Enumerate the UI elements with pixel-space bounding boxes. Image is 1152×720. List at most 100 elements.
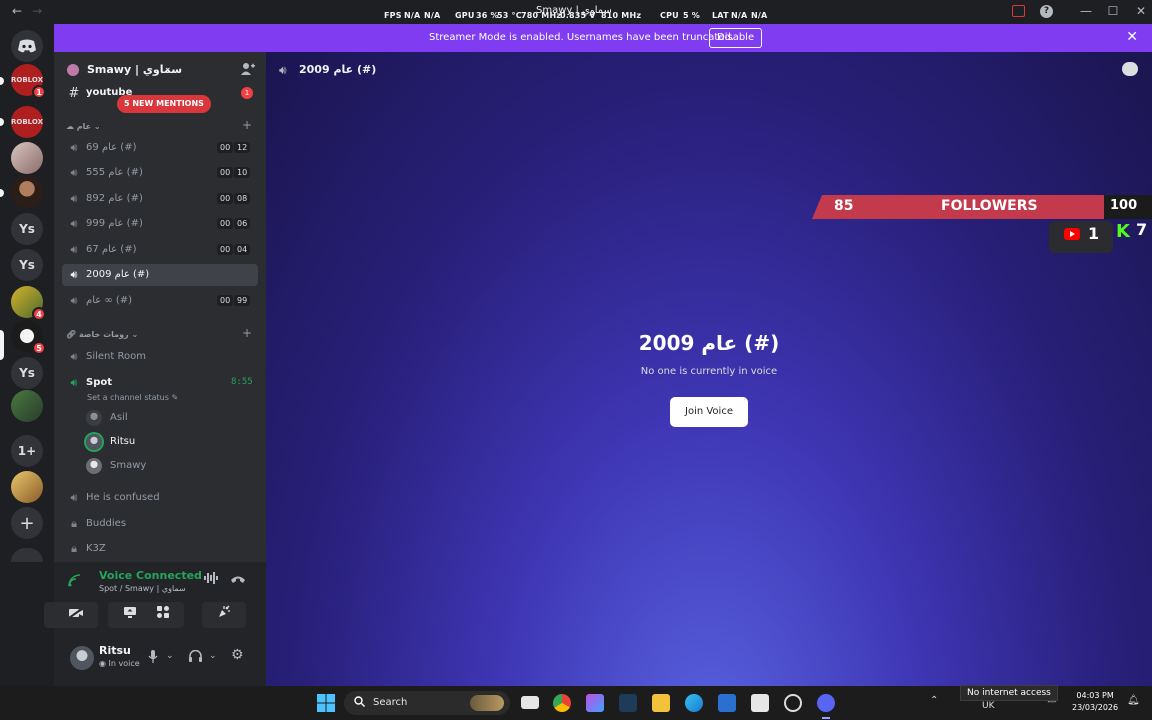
avatar bbox=[86, 410, 102, 426]
user-status-text: In voice bbox=[108, 659, 140, 668]
chat-bubble-icon[interactable] bbox=[1122, 62, 1138, 76]
user-count: 00 bbox=[217, 244, 234, 255]
disable-streamer-mode-button[interactable]: Disable bbox=[709, 28, 763, 48]
clock[interactable]: 04:03 PM 23/03/2026 bbox=[1072, 690, 1118, 714]
microphone-icon[interactable] bbox=[148, 650, 158, 666]
headphones-icon[interactable] bbox=[189, 649, 202, 665]
invite-people-icon[interactable] bbox=[241, 62, 255, 79]
server-icon-1[interactable]: ROBLOX 1 bbox=[11, 64, 46, 99]
user-limit: 99 bbox=[234, 295, 251, 306]
voice-channel[interactable]: 🔊︎ عام ∞ (#) 00 99 bbox=[62, 290, 258, 312]
channel-header-title: عام 2009 (#) bbox=[299, 63, 377, 76]
close-banner-icon[interactable]: ✕ bbox=[1126, 29, 1138, 45]
category-private[interactable]: 🔗︎ رومات خاصة ⌄ bbox=[66, 330, 138, 339]
voice-channel[interactable]: 🔊︎ عام 67 (#) 00 04 bbox=[62, 239, 258, 261]
task-view-icon[interactable] bbox=[521, 696, 539, 709]
server-icon-ys-3[interactable]: Ys bbox=[11, 357, 43, 389]
category-general[interactable]: ☁ عام ⌄ bbox=[66, 122, 101, 131]
inbox-icon[interactable] bbox=[1012, 5, 1025, 17]
maximize-button[interactable]: ☐ bbox=[1103, 4, 1123, 18]
new-mentions-badge[interactable]: 5 NEW MENTIONS bbox=[117, 95, 211, 113]
voice-user[interactable]: Asil bbox=[86, 408, 246, 428]
voice-channel[interactable]: 🔊︎ عام 69 (#) 00 12 bbox=[62, 137, 258, 159]
taskbar-search[interactable]: Search bbox=[344, 691, 510, 715]
add-channel-icon[interactable]: + bbox=[242, 326, 252, 340]
add-server-icon[interactable]: + bbox=[11, 507, 43, 539]
discover-icon[interactable] bbox=[11, 548, 43, 562]
perf-gpu-usage: 36 % bbox=[476, 11, 499, 20]
chevron-down-icon[interactable]: ⌄ bbox=[166, 651, 174, 661]
channel-name: عام 892 (#) bbox=[86, 193, 143, 204]
camera-off-button[interactable] bbox=[54, 602, 98, 628]
set-channel-status[interactable]: Set a channel status ✎ bbox=[87, 393, 178, 402]
discord-logo-icon[interactable] bbox=[11, 30, 43, 62]
server-icon-7[interactable]: 4 bbox=[11, 286, 46, 321]
connection-signal-icon[interactable] bbox=[68, 574, 81, 590]
voice-channel-buddies[interactable]: 🔒︎ Buddies bbox=[62, 513, 258, 535]
voice-channel-he-is-confused[interactable]: 🔊︎ He is confused bbox=[62, 487, 258, 509]
tray-overflow-icon[interactable]: ⌃ bbox=[930, 695, 938, 706]
voice-connected-status[interactable]: Voice Connected bbox=[99, 569, 202, 582]
user-limit: 10 bbox=[234, 167, 251, 178]
server-icon-ys-1[interactable]: Ys bbox=[11, 213, 43, 245]
chrome-icon[interactable] bbox=[553, 694, 571, 712]
gear-icon[interactable]: ⚙ bbox=[231, 647, 244, 663]
vscode-icon[interactable] bbox=[619, 694, 637, 712]
help-icon[interactable]: ? bbox=[1040, 5, 1053, 18]
voice-location[interactable]: Spot / Smawy | سماوي bbox=[99, 584, 186, 593]
forward-arrow-icon[interactable]: → bbox=[32, 4, 42, 18]
activities-button[interactable] bbox=[142, 602, 184, 628]
back-arrow-icon[interactable]: ← bbox=[12, 4, 22, 18]
user-name[interactable]: Ritsu bbox=[99, 644, 131, 657]
user-count: 00 bbox=[217, 167, 234, 178]
speaker-icon: 🔊︎ bbox=[70, 243, 78, 256]
server-icon-12[interactable] bbox=[11, 471, 43, 503]
server-icon-plus-1[interactable]: 1+ bbox=[11, 435, 43, 467]
noise-suppression-icon[interactable] bbox=[204, 572, 218, 587]
server-badge: 1 bbox=[32, 85, 46, 99]
active-app-indicator bbox=[822, 717, 830, 719]
discord-taskbar-icon[interactable] bbox=[817, 694, 835, 712]
server-icon-3[interactable] bbox=[11, 142, 43, 174]
voice-channel-selected[interactable]: 🔊︎ عام 2009 (#) bbox=[62, 264, 258, 286]
chevron-down-icon: ⌄ bbox=[164, 63, 172, 73]
obs-icon[interactable] bbox=[784, 694, 802, 712]
language-indicator[interactable]: UK bbox=[982, 701, 995, 711]
perf-lat-extra: N/A bbox=[751, 11, 768, 20]
followers-label: FOLLOWERS bbox=[941, 198, 1038, 214]
start-icon[interactable] bbox=[317, 694, 335, 712]
chevron-down-icon[interactable]: ⌄ bbox=[209, 651, 217, 661]
voice-user[interactable]: Ritsu bbox=[86, 432, 246, 452]
voice-channel[interactable]: 🔊︎ عام 555 (#) 00 10 bbox=[62, 162, 258, 184]
voice-channel-k3z[interactable]: 🔒︎ K3Z bbox=[62, 538, 258, 560]
title-bar: ← → FPS N/A N/A GPU 36 % 53 °C 780 MHz 0… bbox=[0, 0, 1152, 24]
voice-channel[interactable]: 🔊︎ عام 892 (#) 00 08 bbox=[62, 188, 258, 210]
add-channel-icon[interactable]: + bbox=[242, 118, 252, 132]
minimize-button[interactable]: — bbox=[1076, 4, 1096, 18]
soundboard-button[interactable] bbox=[202, 602, 246, 628]
discord-window: ← → FPS N/A N/A GPU 36 % 53 °C 780 MHz 0… bbox=[0, 0, 1152, 720]
edge-icon[interactable] bbox=[685, 694, 703, 712]
close-window-button[interactable]: ✕ bbox=[1131, 4, 1151, 18]
outlook-icon[interactable] bbox=[718, 694, 736, 712]
server-icon-8[interactable]: 5 bbox=[11, 320, 46, 355]
server-icon-4[interactable] bbox=[11, 176, 43, 208]
server-icon-2[interactable]: ROBLOX bbox=[11, 106, 43, 138]
voice-channel[interactable]: 🔊︎ عام 999 (#) 00 06 bbox=[62, 213, 258, 235]
disconnect-icon[interactable] bbox=[231, 572, 245, 586]
avatar[interactable] bbox=[70, 646, 94, 670]
channel-name: Spot bbox=[86, 377, 113, 388]
copilot-icon[interactable] bbox=[586, 694, 604, 712]
notification-bell-icon[interactable]: 🔔︎ bbox=[1127, 695, 1140, 706]
voice-channel-spot[interactable]: 🔊︎ Spot bbox=[62, 372, 258, 394]
store-icon[interactable] bbox=[751, 694, 769, 712]
server-icon-10[interactable] bbox=[11, 390, 43, 422]
voice-channel-silent-room[interactable]: 🔊︎ Silent Room bbox=[62, 346, 258, 368]
file-explorer-icon[interactable] bbox=[652, 694, 670, 712]
join-voice-button[interactable]: Join Voice bbox=[670, 397, 748, 427]
voice-channel-stage: 🔊︎ عام 2009 (#) 85 FOLLOWERS 100 1 K 7 ع… bbox=[266, 52, 1152, 686]
server-icon-ys-2[interactable]: Ys bbox=[11, 249, 43, 281]
category-private-label: رومات خاصة bbox=[78, 330, 129, 339]
voice-user[interactable]: Smawy bbox=[86, 456, 246, 476]
perf-lat-value: N/A bbox=[731, 11, 748, 20]
